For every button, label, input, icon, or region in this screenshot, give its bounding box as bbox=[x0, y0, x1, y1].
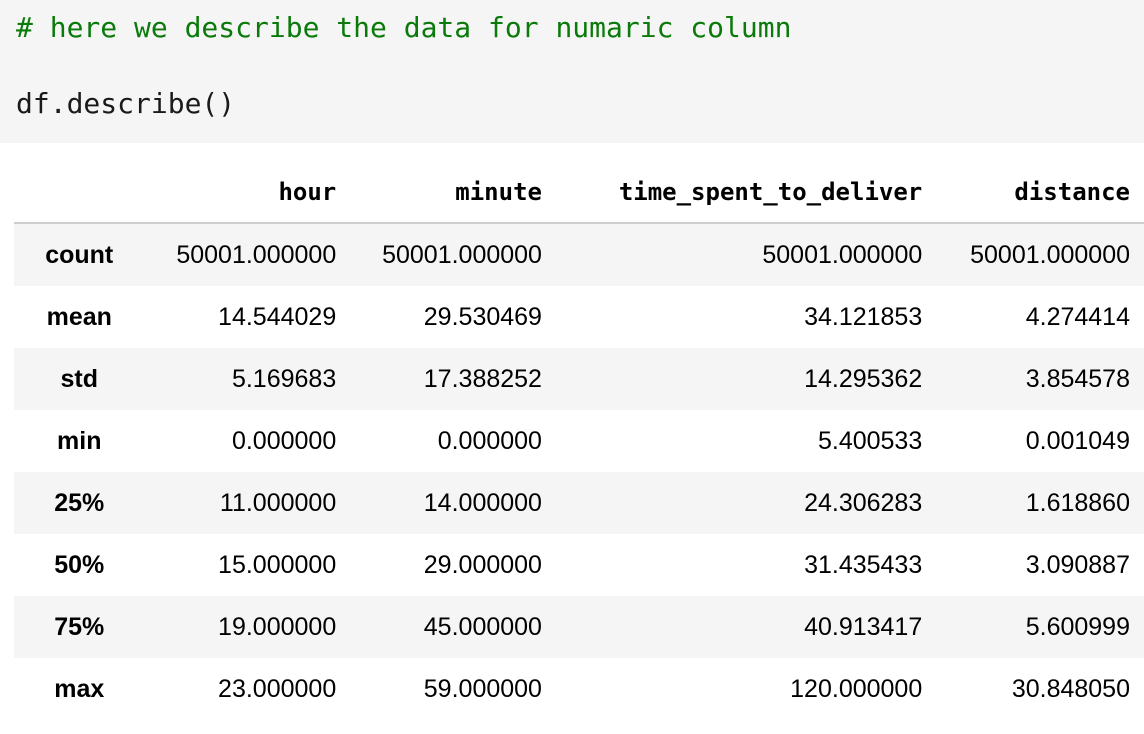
column-header: hour bbox=[144, 162, 351, 224]
table-cell: 29.000000 bbox=[423, 550, 542, 579]
table-cell: 19.000000 bbox=[218, 612, 337, 641]
table-cell: 3.090887 bbox=[1025, 550, 1130, 579]
table-cell: 14.544029 bbox=[218, 302, 337, 331]
row-label: max bbox=[54, 674, 105, 703]
table-cell: 0.000000 bbox=[231, 426, 337, 455]
row-label: 50% bbox=[54, 550, 105, 579]
table-cell: 4.274414 bbox=[1025, 302, 1130, 331]
table-cell: 0.000000 bbox=[437, 426, 542, 455]
table-cell: 24.306283 bbox=[804, 488, 923, 517]
table-cell: 50001.000000 bbox=[382, 240, 542, 269]
table-cell: 50001.000000 bbox=[176, 240, 337, 269]
table-cell: 45.000000 bbox=[423, 612, 542, 641]
cell-output: hour minute time_spent_to_deliver distan… bbox=[14, 162, 1144, 720]
table-cell: 0.001049 bbox=[1025, 426, 1130, 455]
table-cell: 31.435433 bbox=[804, 550, 923, 579]
column-header: time_spent_to_deliver bbox=[555, 162, 937, 224]
table-cell: 3.854578 bbox=[1025, 364, 1130, 393]
table-cell: 59.000000 bbox=[423, 674, 542, 703]
table-cell: 14.295362 bbox=[804, 364, 923, 393]
table-row: max 23.000000 59.000000 120.000000 30.84… bbox=[14, 658, 1144, 720]
table-cell: 15.000000 bbox=[218, 550, 337, 579]
table-row: mean 14.544029 29.530469 34.121853 4.274… bbox=[14, 286, 1144, 348]
column-header: minute bbox=[350, 162, 556, 224]
table-header-row: hour minute time_spent_to_deliver distan… bbox=[14, 162, 1144, 224]
table-cell: 11.000000 bbox=[219, 488, 337, 517]
row-label: count bbox=[45, 240, 114, 269]
table-cell: 40.913417 bbox=[804, 612, 923, 641]
row-label: min bbox=[57, 426, 102, 455]
table-cell: 50001.000000 bbox=[762, 240, 923, 269]
table-cell: 5.600999 bbox=[1025, 612, 1130, 641]
table-row: min 0.000000 0.000000 5.400533 0.001049 bbox=[14, 410, 1144, 472]
table-cell: 30.848050 bbox=[1011, 674, 1130, 703]
code-cell-input[interactable]: # here we describe the data for numaric … bbox=[0, 0, 1144, 143]
table-row: 25% 11.000000 14.000000 24.306283 1.6188… bbox=[14, 472, 1144, 534]
table-cell: 29.530469 bbox=[423, 302, 542, 331]
table-row: count 50001.000000 50001.000000 50001.00… bbox=[14, 223, 1144, 286]
table-cell: 14.000000 bbox=[423, 488, 542, 517]
table-cell: 17.388252 bbox=[423, 364, 542, 393]
table-cell: 1.618860 bbox=[1025, 488, 1130, 517]
row-label: 75% bbox=[54, 612, 105, 641]
index-header bbox=[14, 162, 145, 224]
table-row: 50% 15.000000 29.000000 31.435433 3.0908… bbox=[14, 534, 1144, 596]
row-label: 25% bbox=[54, 488, 105, 517]
table-cell: 120.000000 bbox=[790, 674, 923, 703]
describe-table: hour minute time_spent_to_deliver distan… bbox=[14, 162, 1144, 720]
table-cell: 50001.000000 bbox=[970, 240, 1130, 269]
code-comment: # here we describe the data for numaric … bbox=[16, 11, 792, 44]
table-row: 75% 19.000000 45.000000 40.913417 5.6009… bbox=[14, 596, 1144, 658]
table-row: std 5.169683 17.388252 14.295362 3.85457… bbox=[14, 348, 1144, 410]
row-label: std bbox=[60, 364, 99, 393]
table-cell: 34.121853 bbox=[804, 302, 923, 331]
code-statement: df.describe() bbox=[16, 87, 236, 120]
table-cell: 5.400533 bbox=[817, 426, 923, 455]
row-label: mean bbox=[46, 302, 112, 331]
column-header: distance bbox=[936, 162, 1144, 224]
table-cell: 23.000000 bbox=[218, 674, 337, 703]
table-cell: 5.169683 bbox=[231, 364, 337, 393]
